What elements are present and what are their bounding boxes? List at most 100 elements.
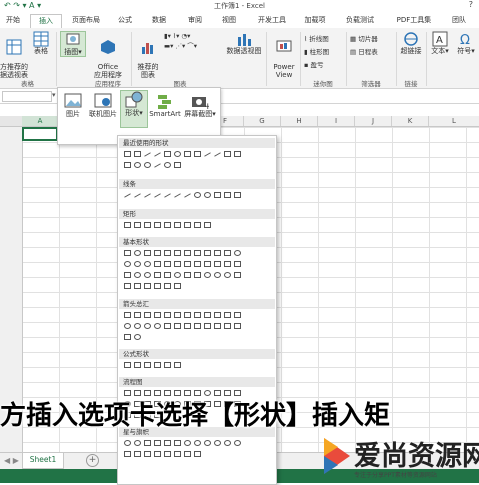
shape-star-8[interactable] bbox=[183, 440, 191, 446]
shape-preparation[interactable] bbox=[213, 390, 221, 396]
shape-double-wave[interactable] bbox=[193, 451, 201, 457]
tab-insert[interactable]: 插入 bbox=[30, 14, 62, 28]
shape-left-up-arrow[interactable] bbox=[223, 312, 231, 318]
shape-curved-arrow[interactable] bbox=[153, 323, 161, 329]
shape-predefined[interactable] bbox=[163, 390, 171, 396]
shape-scroll[interactable] bbox=[163, 451, 171, 457]
shape-folded-corner[interactable] bbox=[163, 272, 171, 278]
shape-scribble[interactable] bbox=[223, 192, 231, 198]
shape-chord[interactable] bbox=[143, 261, 151, 267]
text-button[interactable]: A 文本▾ bbox=[428, 31, 452, 55]
shape-oval[interactable] bbox=[173, 151, 181, 157]
shape-bent-arrow[interactable] bbox=[203, 312, 211, 318]
tab-data[interactable]: 数据 bbox=[146, 14, 172, 27]
tab-developer[interactable]: 开发工具 bbox=[252, 14, 292, 27]
shape-terminator[interactable] bbox=[203, 390, 211, 396]
shape-up-down-arrow[interactable] bbox=[173, 312, 181, 318]
sparkline-column-button[interactable]: ▮ 柱形图 bbox=[304, 46, 329, 56]
shape-star[interactable] bbox=[123, 162, 131, 168]
shape-row[interactable] bbox=[122, 150, 272, 160]
shape-line[interactable] bbox=[163, 193, 171, 198]
shape-alt-process[interactable] bbox=[133, 390, 141, 396]
shape-diagonal-stripe[interactable] bbox=[193, 261, 201, 267]
column-header[interactable]: H bbox=[281, 116, 318, 126]
shape-internal-storage[interactable] bbox=[173, 390, 181, 396]
shape-circular-arrow[interactable] bbox=[133, 334, 141, 340]
tab-pdf-tools[interactable]: PDF工具集 bbox=[392, 14, 436, 27]
shape-star-6[interactable] bbox=[163, 440, 171, 446]
shape-row[interactable] bbox=[122, 271, 272, 281]
tab-review[interactable]: 审阅 bbox=[182, 14, 208, 27]
shape-star-5[interactable] bbox=[153, 440, 161, 446]
sparkline-line-button[interactable]: ⌇ 折线图 bbox=[304, 33, 329, 43]
shape-line[interactable] bbox=[133, 193, 141, 198]
shape-heptagon[interactable] bbox=[213, 250, 221, 256]
shape-ribbon[interactable] bbox=[123, 451, 131, 457]
shape-cross[interactable] bbox=[203, 261, 211, 267]
shape-right-bracket[interactable] bbox=[153, 283, 161, 289]
help-icon[interactable]: ? bbox=[469, 0, 473, 9]
shape-moon[interactable] bbox=[213, 272, 221, 278]
shape-quad-callout[interactable] bbox=[123, 334, 131, 340]
shape-row[interactable] bbox=[122, 260, 272, 270]
sheet-tab[interactable]: Sheet1 bbox=[22, 453, 64, 469]
shape-teardrop[interactable] bbox=[153, 261, 161, 267]
shape-decagon[interactable] bbox=[233, 250, 241, 256]
shape-freeform[interactable] bbox=[213, 192, 221, 198]
name-box[interactable] bbox=[2, 91, 52, 102]
shape-line-arrow[interactable] bbox=[153, 152, 161, 157]
shape-document[interactable] bbox=[183, 390, 191, 396]
shape-parallelogram[interactable] bbox=[163, 250, 171, 256]
shape-line[interactable] bbox=[183, 193, 191, 198]
timeline-button[interactable]: ▤ 日程表 bbox=[350, 46, 378, 56]
shape-equal[interactable] bbox=[163, 362, 171, 368]
shape-callout-arrow[interactable] bbox=[203, 323, 211, 329]
shape-snip-rect[interactable] bbox=[163, 222, 171, 228]
shape-row[interactable] bbox=[122, 161, 272, 171]
hyperlink-button[interactable]: 超链接 bbox=[398, 31, 424, 55]
smartart-button[interactable]: SmartArt bbox=[148, 92, 182, 118]
tab-team[interactable]: 团队 bbox=[446, 14, 472, 27]
shape-minus[interactable] bbox=[133, 362, 141, 368]
slicer-button[interactable]: ▦ 切片器 bbox=[350, 33, 378, 43]
shape-scroll[interactable] bbox=[173, 451, 181, 457]
shape-freeform[interactable] bbox=[143, 162, 151, 168]
shape-data[interactable] bbox=[153, 390, 161, 396]
office-apps-button[interactable]: Office 应用程序 bbox=[90, 31, 126, 79]
chart-type-icons[interactable]: ▮▾ ⌇▾ ◔▾ ▬▾ ⋰▾ ⌒▾ bbox=[164, 32, 197, 50]
screenshot-button[interactable]: + 屏幕截图▾ bbox=[182, 92, 218, 118]
shape-up-arrow[interactable] bbox=[143, 312, 151, 318]
shape-star-7[interactable] bbox=[173, 440, 181, 446]
shape-pie[interactable] bbox=[133, 261, 141, 267]
shape-curved-ribbon[interactable] bbox=[153, 451, 161, 457]
sparkline-winloss-button[interactable]: ▪ 盈亏 bbox=[304, 59, 323, 69]
shape-rectangle[interactable] bbox=[133, 151, 141, 157]
power-view-button[interactable]: Power View bbox=[270, 31, 298, 79]
shape-u-turn-arrow[interactable] bbox=[213, 312, 221, 318]
shape-curved-arrow[interactable] bbox=[133, 323, 141, 329]
shape-divide[interactable] bbox=[153, 362, 161, 368]
shape-no-symbol[interactable] bbox=[143, 272, 151, 278]
shape-line[interactable] bbox=[143, 193, 151, 198]
shape-line[interactable] bbox=[123, 193, 131, 198]
column-header[interactable]: K bbox=[392, 116, 429, 126]
shape-row[interactable] bbox=[122, 333, 272, 343]
shape-row[interactable] bbox=[122, 361, 272, 371]
shape-round-rect[interactable] bbox=[193, 222, 201, 228]
shape-callout-arrow[interactable] bbox=[233, 323, 241, 329]
shape-text-box[interactable] bbox=[123, 250, 131, 256]
shape-curve[interactable] bbox=[193, 192, 201, 198]
shape-row[interactable] bbox=[122, 322, 272, 332]
shape-quad-arrow[interactable] bbox=[183, 312, 191, 318]
shape-rectangle[interactable] bbox=[123, 222, 131, 228]
shape-diamond[interactable] bbox=[183, 250, 191, 256]
shape-left-arrow[interactable] bbox=[133, 312, 141, 318]
shape-oval[interactable] bbox=[133, 250, 141, 256]
shape-down-arrow[interactable] bbox=[153, 312, 161, 318]
shape-down-arrow[interactable] bbox=[233, 151, 241, 157]
shape-block-arc[interactable] bbox=[153, 272, 161, 278]
shape-octagon[interactable] bbox=[223, 250, 231, 256]
shape-hexagon[interactable] bbox=[203, 250, 211, 256]
shape-row[interactable] bbox=[122, 311, 272, 321]
shape-scribble[interactable] bbox=[233, 192, 241, 198]
